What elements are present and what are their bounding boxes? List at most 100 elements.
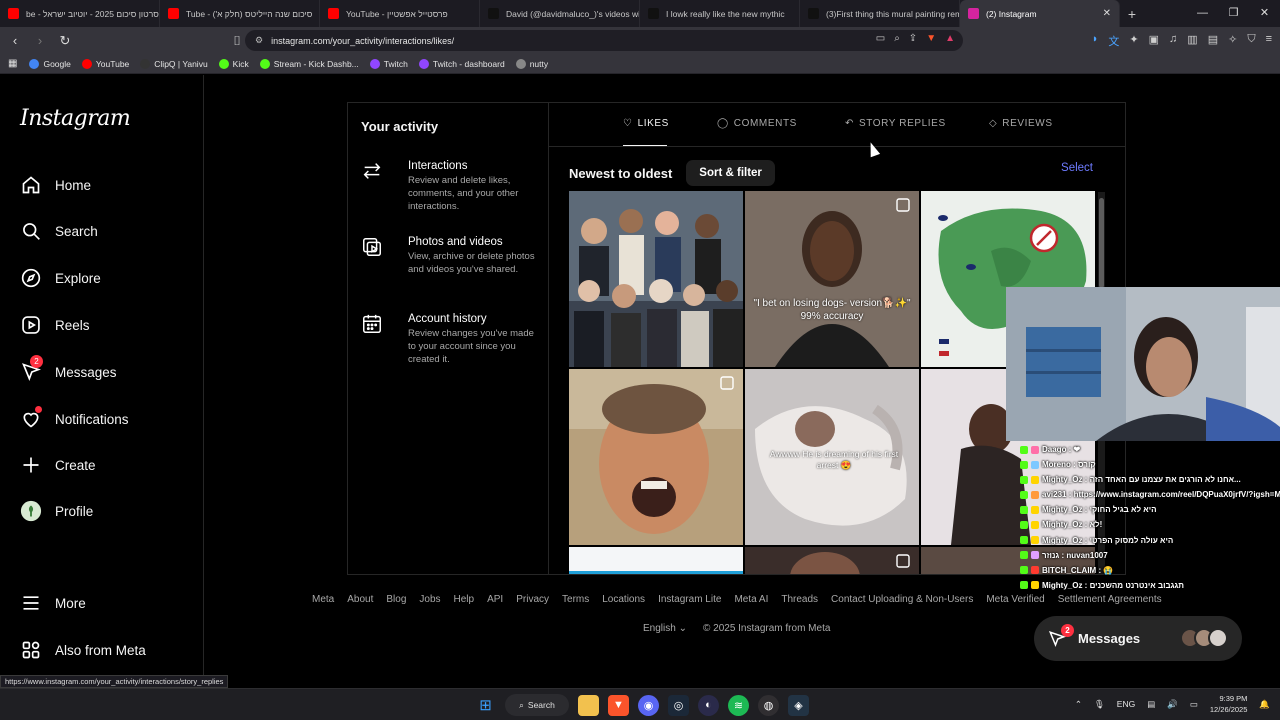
bookmark-item[interactable]: Twitch xyxy=(369,58,408,69)
liked-post[interactable]: "I bet on losing dogs- version🐕✨" 99% ac… xyxy=(745,191,919,367)
liked-post[interactable]: Awwww He is dreaming of his first arrest… xyxy=(745,369,919,545)
bookmark-item[interactable]: Stream - Kick Dashb... xyxy=(259,58,359,69)
apps-grid-icon[interactable]: ▦ xyxy=(8,58,17,69)
file-explorer-icon[interactable] xyxy=(578,694,599,716)
site-info-icon[interactable]: ⚙ xyxy=(255,35,263,46)
liked-post[interactable] xyxy=(569,191,743,367)
bookmark-item[interactable]: YouTube xyxy=(81,58,129,69)
music-icon[interactable]: ♫ xyxy=(1169,33,1177,49)
tab-likes[interactable]: ♡ LIKES xyxy=(623,118,669,129)
taskbar-search[interactable]: ⌕ Search xyxy=(505,694,569,716)
close-tab-icon[interactable]: ✕ xyxy=(1103,8,1111,19)
screenshot-icon[interactable]: ▣ xyxy=(1149,33,1159,49)
footer-link[interactable]: Settlement Agreements xyxy=(1058,594,1162,605)
app-icon[interactable]: ◈ xyxy=(788,694,809,716)
menu-icon[interactable]: ≡ xyxy=(1266,33,1272,49)
share-icon[interactable]: ⇪ xyxy=(909,33,917,44)
footer-link[interactable]: Blog xyxy=(386,594,406,605)
browser-tab[interactable]: YouTube - פרסטייל אפשטיין xyxy=(320,0,480,27)
brave-rewards-icon[interactable]: ▲ xyxy=(945,33,955,44)
chevron-up-icon[interactable]: ⌃ xyxy=(1075,699,1082,710)
footer-link[interactable]: Contact Uploading & Non-Users xyxy=(831,594,973,605)
browser-tab[interactable]: (3)First thing this mural painting rem xyxy=(800,0,960,27)
network-icon[interactable]: ▤ xyxy=(1147,699,1155,710)
nav-home[interactable]: Home xyxy=(20,174,91,196)
messages-floating-button[interactable]: 2 Messages xyxy=(1034,616,1242,661)
nav-create[interactable]: Create xyxy=(20,454,96,476)
browser-tab[interactable]: Tube - סיכום שנה הייליטס (חלק א') xyxy=(160,0,320,27)
app-icon[interactable]: ◐ xyxy=(698,694,719,716)
volume-icon[interactable]: 🔊 xyxy=(1167,699,1178,710)
nav-reels[interactable]: Reels xyxy=(20,314,90,336)
new-tab-button[interactable]: + xyxy=(1120,6,1144,22)
footer-link[interactable]: Instagram Lite xyxy=(658,594,721,605)
spotify-icon[interactable]: ≋ xyxy=(728,694,749,716)
zoom-icon[interactable]: ⌕ xyxy=(894,33,900,44)
translate-icon[interactable]: 文 xyxy=(1108,33,1119,49)
windows-start-icon[interactable]: ⊞ xyxy=(475,695,496,716)
liked-post[interactable] xyxy=(745,547,919,574)
brave-shield-icon[interactable]: ▼ xyxy=(926,33,936,44)
bookmark-item[interactable]: Twitch - dashboard xyxy=(418,58,505,69)
footer-link[interactable]: About xyxy=(347,594,373,605)
obs-icon[interactable]: ◍ xyxy=(758,694,779,716)
footer-link[interactable]: Terms xyxy=(562,594,589,605)
extension-1-icon[interactable]: ◗ xyxy=(1092,33,1099,49)
bookmark-item[interactable]: ClipQ | Yanivu xyxy=(140,58,208,69)
notifications-icon[interactable]: 🔔 xyxy=(1259,699,1270,710)
forward-icon[interactable]: › xyxy=(30,33,50,48)
nav-profile[interactable]: Profile xyxy=(20,500,93,522)
tab-reviews[interactable]: ◇ REVIEWS xyxy=(989,118,1053,129)
language-indicator[interactable]: ENG xyxy=(1117,699,1135,709)
nav-also-from-meta[interactable]: Also from Meta xyxy=(20,639,146,661)
footer-link[interactable]: Privacy xyxy=(516,594,549,605)
footer-link[interactable]: Jobs xyxy=(419,594,440,605)
microphone-icon[interactable]: 🎙 xyxy=(1094,699,1105,710)
nav-more[interactable]: More xyxy=(20,592,86,614)
footer-link[interactable]: Threads xyxy=(781,594,818,605)
browser-tab[interactable]: be - סרטון סיכום 2025 - יוטיוב ישראל xyxy=(0,0,160,27)
scrollbar-thumb[interactable] xyxy=(1099,198,1104,288)
bookmark-item[interactable]: Google xyxy=(29,58,71,69)
extensions-icon[interactable]: ✦ xyxy=(1129,33,1138,49)
footer-link[interactable]: Locations xyxy=(602,594,645,605)
address-bar[interactable]: ⚙ instagram.com/your_activity/interactio… xyxy=(245,30,963,51)
footer-link[interactable]: Meta Verified xyxy=(986,594,1044,605)
browser-tab[interactable]: David (@davidmaluco_)'s videos with xyxy=(480,0,640,27)
footer-link[interactable]: API xyxy=(487,594,503,605)
reload-icon[interactable]: ↻ xyxy=(55,33,75,49)
footer-link[interactable]: Help xyxy=(454,594,475,605)
discord-icon[interactable]: ◉ xyxy=(638,694,659,716)
steam-icon[interactable]: ◎ xyxy=(668,694,689,716)
liked-post[interactable] xyxy=(569,369,743,545)
back-icon[interactable]: ‹ xyxy=(5,33,25,48)
browser-tab[interactable]: (2) Instagram ✕ xyxy=(960,0,1120,27)
sidebar-icon[interactable]: ▥ xyxy=(1187,33,1197,49)
nav-messages[interactable]: 2 Messages xyxy=(20,355,117,383)
nav-notifications[interactable]: Notifications xyxy=(20,406,129,430)
minimize-icon[interactable]: — xyxy=(1187,0,1218,27)
clock[interactable]: 9:39 PM 12/26/2025 xyxy=(1210,693,1248,715)
nav-explore[interactable]: Explore xyxy=(20,267,101,289)
bookmark-item[interactable]: Kick xyxy=(218,58,249,69)
battery-icon[interactable]: ▭ xyxy=(1190,699,1198,710)
wallet-icon[interactable]: ▤ xyxy=(1208,33,1218,49)
browser-tab[interactable]: I lowk really like the new mythic xyxy=(640,0,800,27)
language-select[interactable]: English ⌄ xyxy=(643,623,687,634)
close-window-icon[interactable]: ✕ xyxy=(1249,0,1280,27)
tab-comments[interactable]: ◯ COMMENTS xyxy=(717,118,797,129)
restore-icon[interactable]: ❐ xyxy=(1218,0,1249,27)
footer-link[interactable]: Meta xyxy=(312,594,334,605)
select-button[interactable]: Select xyxy=(1061,162,1093,174)
tab-story-replies[interactable]: ↶ STORY REPLIES xyxy=(845,118,946,129)
bookmark-item[interactable]: nutty xyxy=(515,58,548,69)
sort-filter-button[interactable]: Sort & filter xyxy=(686,160,775,186)
leo-ai-icon[interactable]: ✧ xyxy=(1228,33,1237,49)
bookmark-icon[interactable]: ⌷ xyxy=(227,33,247,49)
footer-link[interactable]: Meta AI xyxy=(734,594,768,605)
vpn-icon[interactable]: ⛉ xyxy=(1247,33,1255,49)
instagram-logo[interactable]: Instagram xyxy=(20,106,131,131)
brave-browser-icon[interactable]: ▼ xyxy=(608,694,629,716)
liked-post[interactable] xyxy=(569,547,743,574)
cast-icon[interactable]: ▭ xyxy=(876,33,885,44)
